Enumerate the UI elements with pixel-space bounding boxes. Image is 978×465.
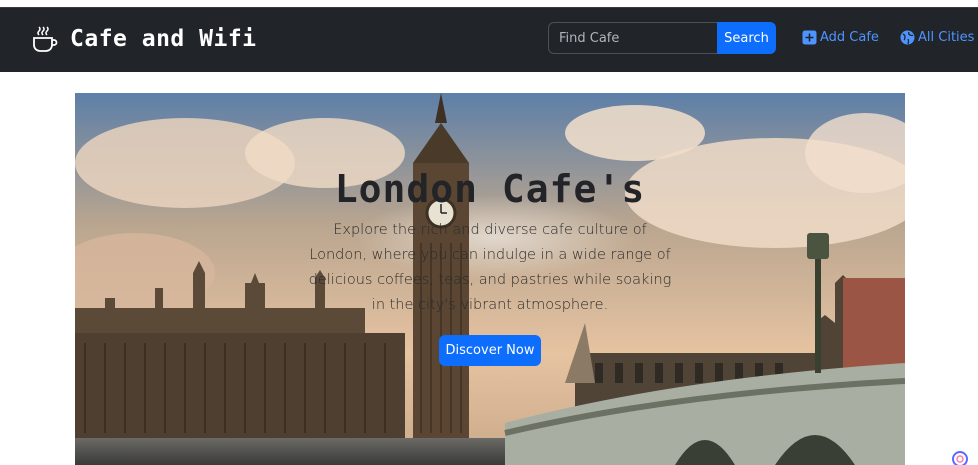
globe-icon [900,30,915,45]
all-cities-link[interactable]: All Cities [900,30,974,45]
search-button[interactable]: Search [717,22,776,54]
hero-description: Explore the rich and diverse cafe cultur… [308,222,672,313]
add-cafe-link[interactable]: Add Cafe [802,30,879,45]
search-form: Search [548,22,776,54]
coffee-cup-icon [33,26,58,52]
navbar: Cafe and Wifi Search Add Cafe All Cities [0,8,978,72]
hero-content: London Cafe's Explore the rich and diver… [75,93,905,465]
brand-name: Cafe and Wifi [70,26,257,52]
brand[interactable]: Cafe and Wifi [32,25,257,53]
window-top-strip [0,0,978,8]
search-input[interactable] [548,22,717,54]
plus-square-icon [802,30,817,45]
hero-banner: London Cafe's Explore the rich and diver… [75,93,905,465]
all-cities-label: All Cities [918,30,975,45]
assistant-bubble-icon[interactable] [951,450,969,465]
discover-now-button[interactable]: Discover Now [439,335,541,366]
hero-title: London Cafe's [334,167,646,211]
add-cafe-label: Add Cafe [820,30,879,45]
